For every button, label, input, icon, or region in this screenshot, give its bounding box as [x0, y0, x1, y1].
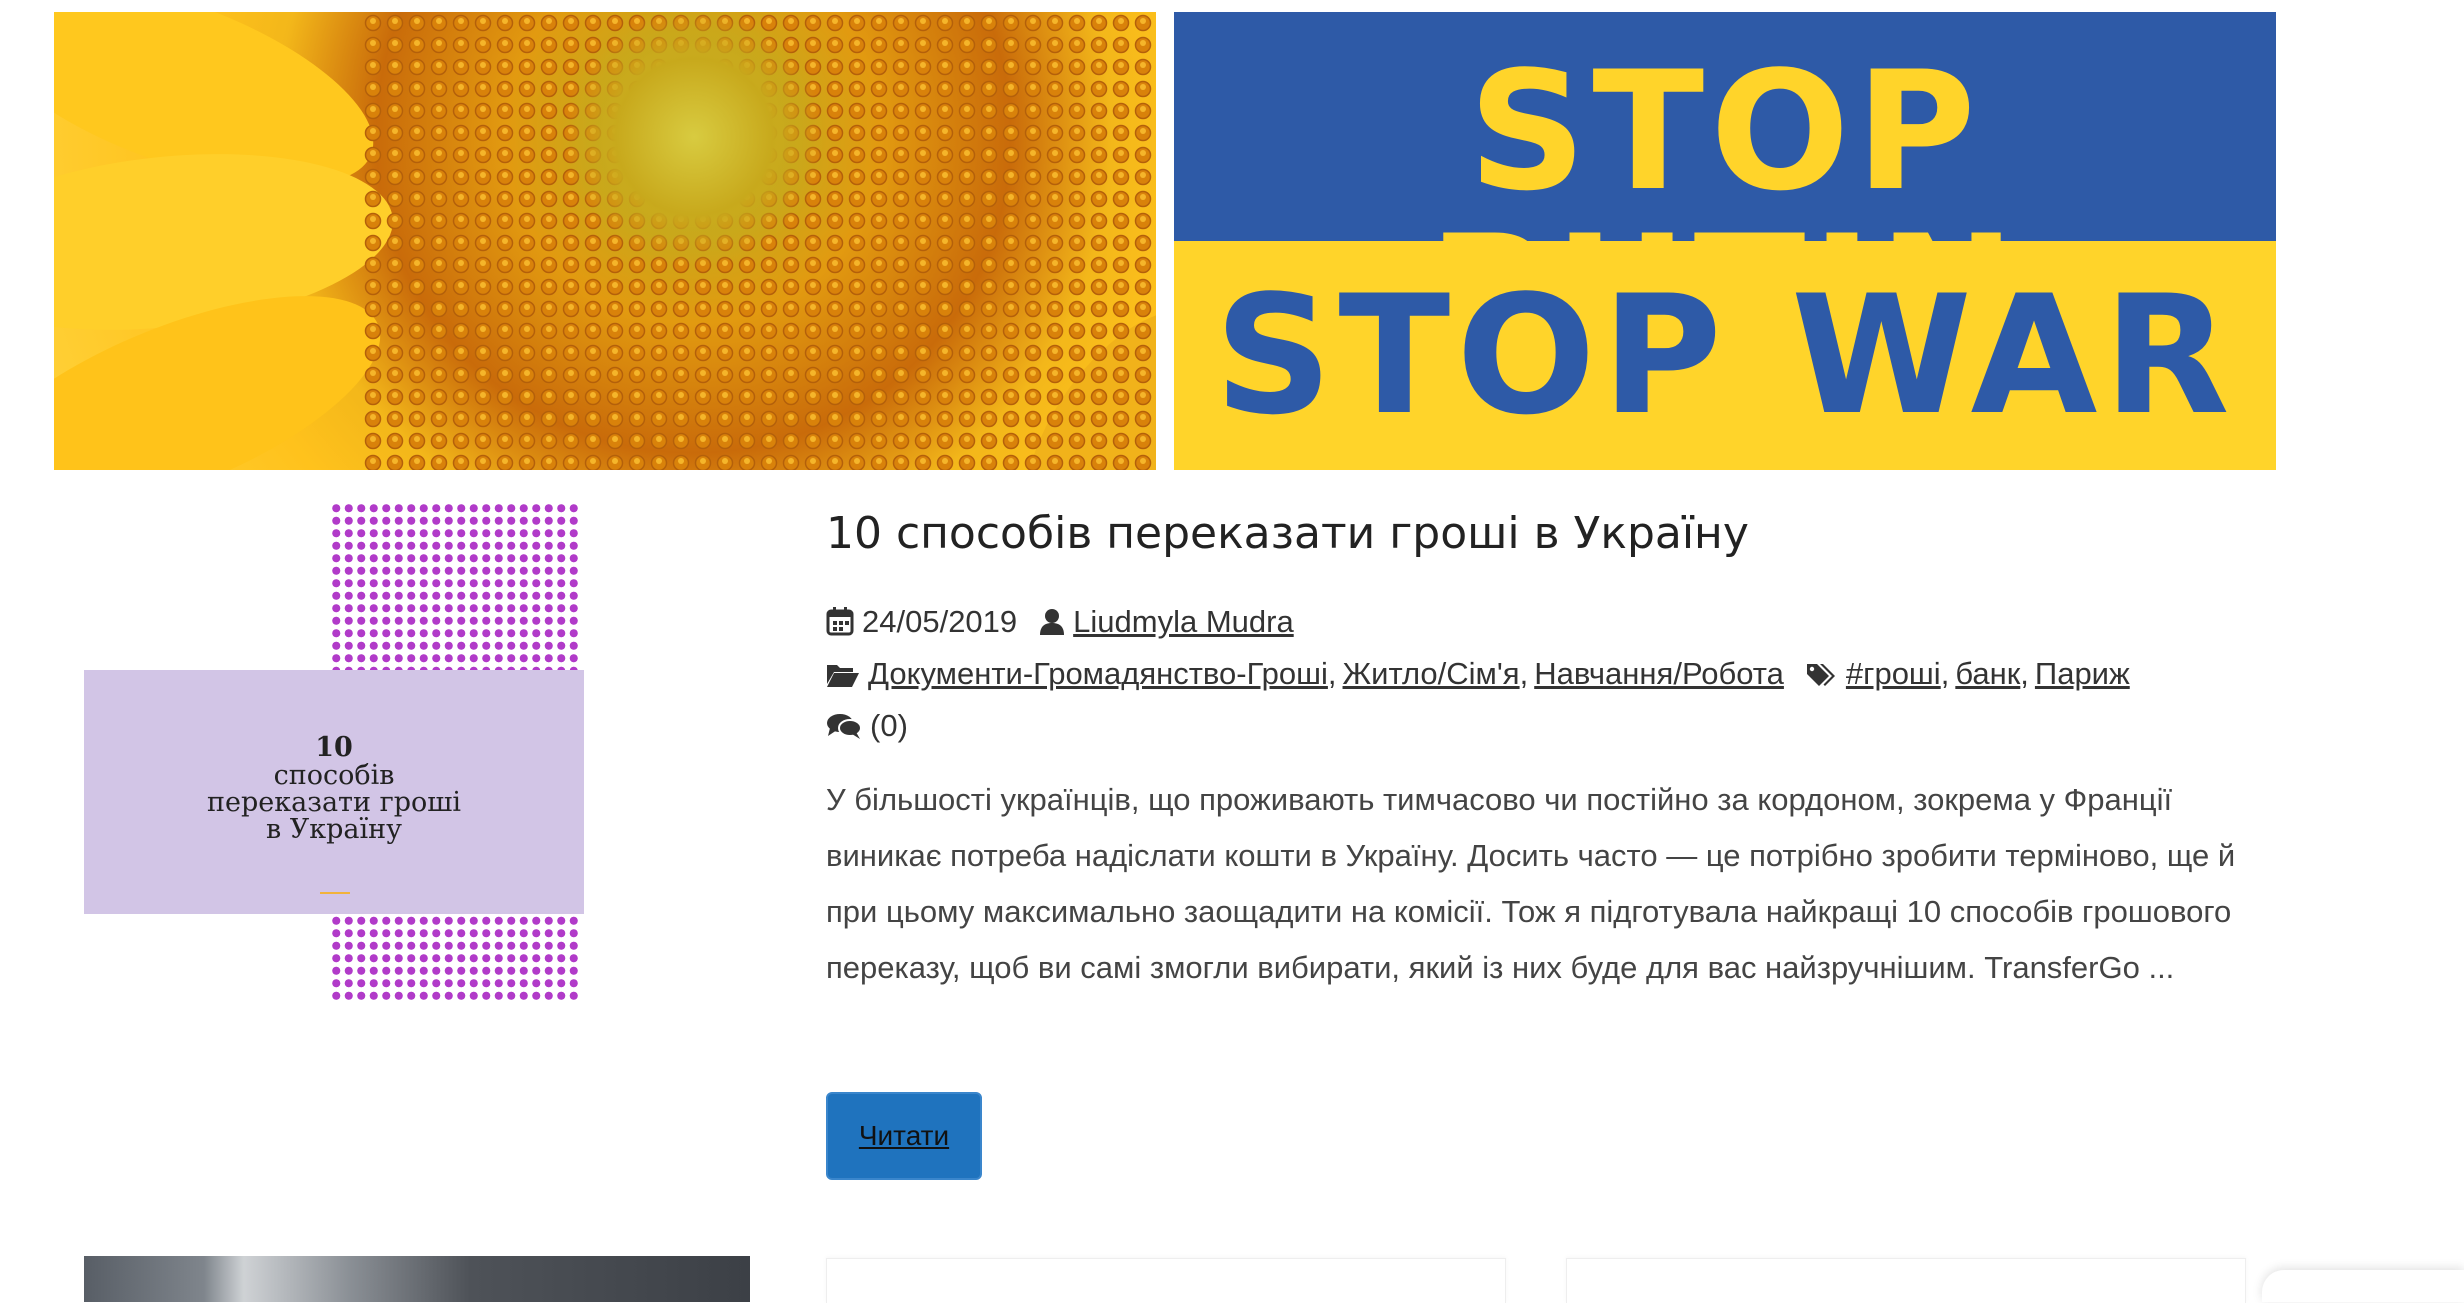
- post-title[interactable]: 10 способів переказати гроші в Україну: [826, 508, 1749, 559]
- category-link[interactable]: Навчання/Робота: [1534, 656, 1784, 691]
- thumbnail-number: 10: [315, 732, 353, 763]
- comments-icon: [826, 712, 862, 748]
- thumbnail-card: 10 способів переказати гроші в Україну: [84, 670, 584, 914]
- banner-line-stop-war: STOP WAR: [1214, 260, 2236, 451]
- category-link[interactable]: Документи-Громадянство-Гроші: [868, 656, 1328, 691]
- thumbnail-line: переказати гроші: [207, 787, 461, 818]
- thumbnail-accent-line: [320, 892, 350, 894]
- post-excerpt: У більшості українців, що проживають тим…: [826, 782, 2236, 985]
- thumbnail-line: способів: [273, 760, 395, 791]
- sunflower-image: [54, 12, 1156, 470]
- category-link[interactable]: Житло/Сім'я: [1343, 656, 1520, 691]
- user-icon: [1039, 608, 1065, 644]
- post-meta-date-author: 24/05/2019 Liudmyla Mudra: [826, 604, 1294, 644]
- post-meta-comments: (0): [826, 708, 908, 748]
- tags-icon: [1806, 660, 1838, 696]
- next-post-thumbnail[interactable]: [84, 1256, 750, 1302]
- thumbnail-line: в Україну: [265, 814, 403, 845]
- tag-link[interactable]: банк: [1955, 656, 2020, 691]
- folder-open-icon: [826, 660, 860, 696]
- post-date: 24/05/2019: [862, 604, 1018, 639]
- comments-count[interactable]: (0): [870, 708, 908, 743]
- post-meta-categories-tags: Документи-Громадянство-Гроші, Житло/Сім'я…: [826, 656, 2130, 696]
- thumbnail-caption: способів переказати гроші в Україну: [84, 762, 584, 843]
- tag-link[interactable]: Париж: [2035, 656, 2130, 691]
- read-more-button[interactable]: Читати: [826, 1092, 982, 1180]
- next-post-card[interactable]: [1566, 1258, 2246, 1303]
- floating-widget[interactable]: [2262, 1270, 2464, 1302]
- calendar-icon: [826, 606, 854, 644]
- next-post-card[interactable]: [826, 1258, 1506, 1303]
- post-thumbnail[interactable]: 10 способів переказати гроші в Україну: [84, 502, 588, 1002]
- sunflower-banner: [54, 12, 1156, 470]
- tag-link[interactable]: #гроші: [1846, 656, 1941, 691]
- stop-war-banner: STOP PUTIN STOP WAR: [1174, 12, 2276, 470]
- post-author-link[interactable]: Liudmyla Mudra: [1073, 604, 1294, 639]
